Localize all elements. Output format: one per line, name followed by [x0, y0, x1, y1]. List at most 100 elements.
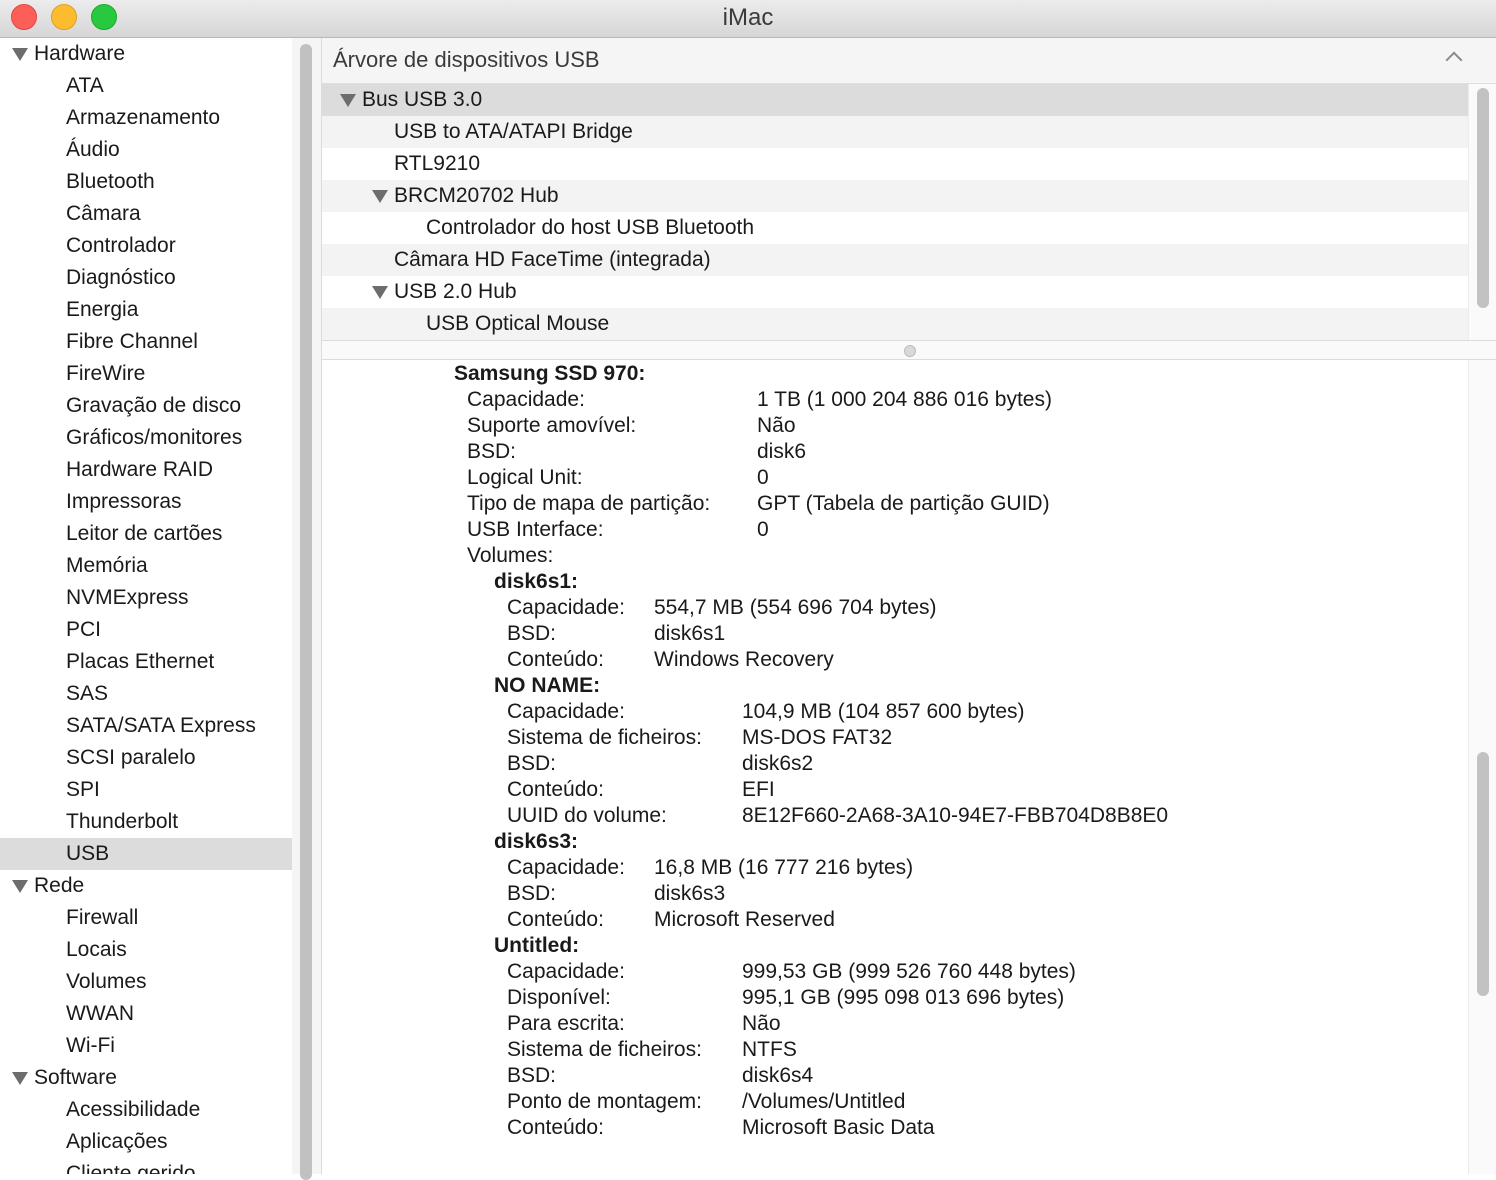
section-header: Árvore de dispositivos USB	[322, 38, 1496, 84]
tree-row[interactable]: BRCM20702 Hub	[322, 180, 1468, 212]
sidebar-item-aplicacoes[interactable]: Aplicações	[0, 1126, 292, 1158]
sidebar-item-sata-sata-express[interactable]: SATA/SATA Express	[0, 710, 292, 742]
sidebar-scroll-thumb[interactable]	[300, 44, 312, 1180]
chevron-up-icon[interactable]	[1445, 51, 1463, 69]
sidebar-item-locais[interactable]: Locais	[0, 934, 292, 966]
sidebar-item-leitor-de-cartoes[interactable]: Leitor de cartões	[0, 518, 292, 550]
property-key: BSD:	[507, 622, 557, 645]
sidebar-item-label: Energia	[66, 298, 139, 321]
title-bar: iMac	[0, 0, 1496, 38]
sidebar-item-pci[interactable]: PCI	[0, 614, 292, 646]
section-title: Árvore de dispositivos USB	[333, 47, 600, 72]
property-value: 0	[757, 466, 769, 489]
property-key: Para escrita:	[507, 1012, 625, 1035]
property-value: disk6s3	[654, 882, 726, 905]
sidebar-item-armazenamento[interactable]: Armazenamento	[0, 102, 292, 134]
sidebar-item-label: Hardware RAID	[66, 458, 214, 481]
disclosure-triangle-icon[interactable]	[340, 94, 356, 107]
divider-handle-icon[interactable]	[904, 345, 916, 357]
sidebar-item-label: Diagnóstico	[66, 266, 176, 289]
property-key: Capacidade:	[507, 700, 625, 723]
tree-row[interactable]: Câmara HD FaceTime (integrada)	[322, 244, 1468, 276]
property-key: Conteúdo:	[507, 1116, 604, 1139]
sidebar-item-label: SAS	[66, 682, 109, 705]
sidebar-item-label: Cliente gerido	[66, 1162, 196, 1174]
sidebar-item-thunderbolt[interactable]: Thunderbolt	[0, 806, 292, 838]
sidebar-item-label: NVMExpress	[66, 586, 189, 609]
sidebar-item-audio[interactable]: Áudio	[0, 134, 292, 166]
sidebar-item-hardware-raid[interactable]: Hardware RAID	[0, 454, 292, 486]
sidebar-group-rede[interactable]: Rede	[0, 870, 292, 902]
property-key: Sistema de ficheiros:	[507, 726, 702, 749]
property-value: Microsoft Reserved	[654, 908, 835, 931]
property-key: Ponto de montagem:	[507, 1090, 702, 1113]
tree-scroll-thumb[interactable]	[1477, 88, 1489, 308]
disclosure-triangle-icon[interactable]	[12, 880, 28, 893]
property-value: 999,53 GB (999 526 760 448 bytes)	[742, 960, 1076, 983]
sidebar-item-diagnostico[interactable]: Diagnóstico	[0, 262, 292, 294]
sidebar-item-controlador[interactable]: Controlador	[0, 230, 292, 262]
sidebar-item-acessibilidade[interactable]: Acessibilidade	[0, 1094, 292, 1126]
sidebar-item-usb[interactable]: USB	[0, 838, 292, 870]
sidebar-item-nvmexpress[interactable]: NVMExpress	[0, 582, 292, 614]
sidebar-item-label: Gráficos/monitores	[66, 426, 243, 449]
detail-scroll-thumb[interactable]	[1477, 752, 1489, 996]
sidebar-item-memoria[interactable]: Memória	[0, 550, 292, 582]
sidebar-item-camara[interactable]: Câmara	[0, 198, 292, 230]
sidebar-item-cliente-gerido[interactable]: Cliente gerido	[0, 1158, 292, 1174]
sidebar-item-firewall[interactable]: Firewall	[0, 902, 292, 934]
sidebar-item-fibre-channel[interactable]: Fibre Channel	[0, 326, 292, 358]
disclosure-triangle-icon[interactable]	[12, 48, 28, 61]
sidebar-item-volumes[interactable]: Volumes	[0, 966, 292, 998]
tree-item-label: Bus USB 3.0	[362, 88, 483, 111]
sidebar-item-scsi-paralelo[interactable]: SCSI paralelo	[0, 742, 292, 774]
sidebar-item-impressoras[interactable]: Impressoras	[0, 486, 292, 518]
tree-row[interactable]: USB Optical Mouse	[322, 308, 1468, 340]
sidebar-group-software[interactable]: Software	[0, 1062, 292, 1094]
disclosure-triangle-icon[interactable]	[372, 190, 388, 203]
property-value: Windows Recovery	[654, 648, 834, 671]
device-detail: Samsung SSD 970: Capacidade: 1 TB (1 000 2…	[322, 360, 1468, 1174]
sidebar-item-label: Impressoras	[66, 490, 182, 513]
property-value: disk6	[757, 440, 807, 463]
sidebar-item-ata[interactable]: ATA	[0, 70, 292, 102]
property-value: MS-DOS FAT32	[742, 726, 893, 749]
device-title: Samsung SSD 970:	[454, 362, 646, 385]
sidebar-group-hardware[interactable]: Hardware	[0, 38, 292, 70]
tree-item-label: Controlador do host USB Bluetooth	[426, 216, 755, 239]
property-key: Conteúdo:	[507, 648, 604, 671]
sidebar-item-label: USB	[66, 842, 110, 865]
tree-row[interactable]: Controlador do host USB Bluetooth	[322, 212, 1468, 244]
property-key: Capacidade:	[507, 960, 625, 983]
disclosure-triangle-icon[interactable]	[12, 1072, 28, 1085]
tree-row[interactable]: RTL9210	[322, 148, 1468, 180]
property-value: Não	[757, 414, 796, 437]
property-value: 104,9 MB (104 857 600 bytes)	[742, 700, 1025, 723]
sidebar-item-bluetooth[interactable]: Bluetooth	[0, 166, 292, 198]
pane-divider[interactable]	[322, 340, 1496, 360]
sidebar-item-label: Câmara	[66, 202, 141, 225]
sidebar-item-firewire[interactable]: FireWire	[0, 358, 292, 390]
property-value: Microsoft Basic Data	[742, 1116, 935, 1139]
sidebar-item-label: Leitor de cartões	[66, 522, 223, 545]
tree-row[interactable]: Bus USB 3.0	[322, 84, 1468, 116]
sidebar-item-sas[interactable]: SAS	[0, 678, 292, 710]
sidebar-item-gravacao-de-disco[interactable]: Gravação de disco	[0, 390, 292, 422]
detail-scrollbar[interactable]	[1468, 360, 1496, 1174]
sidebar-item-wwan[interactable]: WWAN	[0, 998, 292, 1030]
tree-item-label: RTL9210	[394, 152, 481, 175]
usb-device-tree: Bus USB 3.0 USB to ATA/ATAPI Bridge RTL921…	[322, 84, 1468, 340]
tree-scrollbar[interactable]	[1468, 84, 1496, 340]
sidebar-item-placas-ethernet[interactable]: Placas Ethernet	[0, 646, 292, 678]
tree-row[interactable]: USB to ATA/ATAPI Bridge	[322, 116, 1468, 148]
sidebar-item-graficos-monitores[interactable]: Gráficos/monitores	[0, 422, 292, 454]
sidebar-item-spi[interactable]: SPI	[0, 774, 292, 806]
sidebar-scrollbar[interactable]	[292, 38, 322, 1180]
tree-row[interactable]: USB 2.0 Hub	[322, 276, 1468, 308]
volume-title: disk6s1:	[494, 570, 579, 593]
sidebar-item-wi-fi[interactable]: Wi-Fi	[0, 1030, 292, 1062]
property-key: Conteúdo:	[507, 778, 604, 801]
disclosure-triangle-icon[interactable]	[372, 286, 388, 299]
sidebar-item-energia[interactable]: Energia	[0, 294, 292, 326]
window-title: iMac	[722, 4, 774, 31]
